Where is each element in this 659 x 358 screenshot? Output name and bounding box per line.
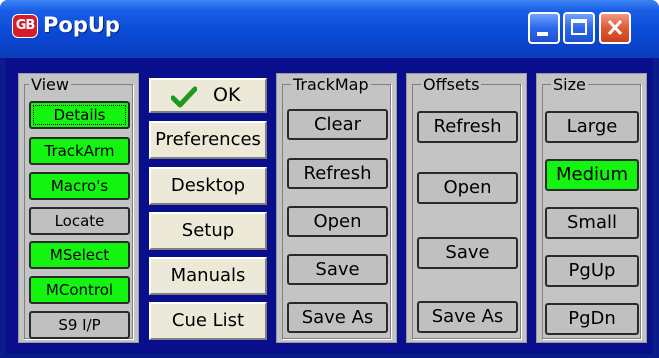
size-small-button[interactable]: Small [545, 207, 639, 239]
trackmap-clear-button[interactable]: Clear [287, 109, 388, 140]
offsets-refresh-button[interactable]: Refresh [417, 111, 518, 143]
minimize-button[interactable] [528, 12, 560, 44]
offsets-save-button[interactable]: Save [417, 237, 518, 269]
maximize-icon [571, 19, 587, 35]
size-group: Size Large Medium Small PgUp PgDn [536, 73, 647, 343]
size-pgdn-button[interactable]: PgDn [545, 303, 639, 335]
ok-label: OK [213, 84, 241, 106]
trackmap-refresh-button[interactable]: Refresh [287, 158, 388, 189]
view-s9-ip-button[interactable]: S9 I/P [29, 311, 130, 339]
view-mselect-button[interactable]: MSelect [29, 241, 130, 269]
size-medium-button[interactable]: Medium [545, 159, 639, 191]
cue-list-button[interactable]: Cue List [149, 302, 267, 340]
view-locate-button[interactable]: Locate [29, 207, 130, 235]
window-title: PopUp [43, 13, 120, 37]
view-trackarm-button[interactable]: TrackArm [29, 137, 130, 165]
view-details-button[interactable]: Details [29, 101, 130, 129]
checkmark-icon [171, 86, 197, 108]
manuals-button[interactable]: Manuals [149, 257, 267, 295]
trackmap-save-button[interactable]: Save [287, 254, 388, 285]
maximize-button[interactable] [563, 12, 595, 44]
view-group: View Details TrackArm Macro's Locate MSe… [18, 73, 139, 343]
app-icon: GB [12, 14, 38, 38]
trackmap-group-title: TrackMap [291, 75, 371, 94]
minimize-icon [537, 32, 548, 36]
offsets-group-title: Offsets [421, 75, 482, 94]
view-mcontrol-button[interactable]: MControl [29, 276, 130, 304]
size-large-button[interactable]: Large [545, 111, 639, 143]
desktop-button[interactable]: Desktop [149, 167, 267, 205]
offsets-open-button[interactable]: Open [417, 172, 518, 204]
offsets-save-as-button[interactable]: Save As [417, 301, 518, 333]
title-bar[interactable]: GB PopUp [0, 0, 659, 58]
setup-button[interactable]: Setup [149, 212, 267, 250]
offsets-group: Offsets Refresh Open Save Save As [406, 73, 527, 343]
view-group-title: View [29, 75, 71, 94]
ok-button[interactable]: OK [149, 78, 267, 113]
trackmap-open-button[interactable]: Open [287, 206, 388, 237]
view-macros-button[interactable]: Macro's [29, 172, 130, 200]
close-button[interactable] [599, 12, 631, 44]
preferences-button[interactable]: Preferences [149, 121, 267, 159]
size-group-title: Size [551, 75, 588, 94]
trackmap-save-as-button[interactable]: Save As [287, 302, 388, 333]
close-icon [607, 19, 623, 36]
popup-window: GB PopUp View Details TrackArm Macro's L… [0, 0, 659, 358]
size-pgup-button[interactable]: PgUp [545, 255, 639, 287]
client-area: View Details TrackArm Macro's Locate MSe… [6, 58, 653, 354]
trackmap-group: TrackMap Clear Refresh Open Save Save As [276, 73, 397, 343]
